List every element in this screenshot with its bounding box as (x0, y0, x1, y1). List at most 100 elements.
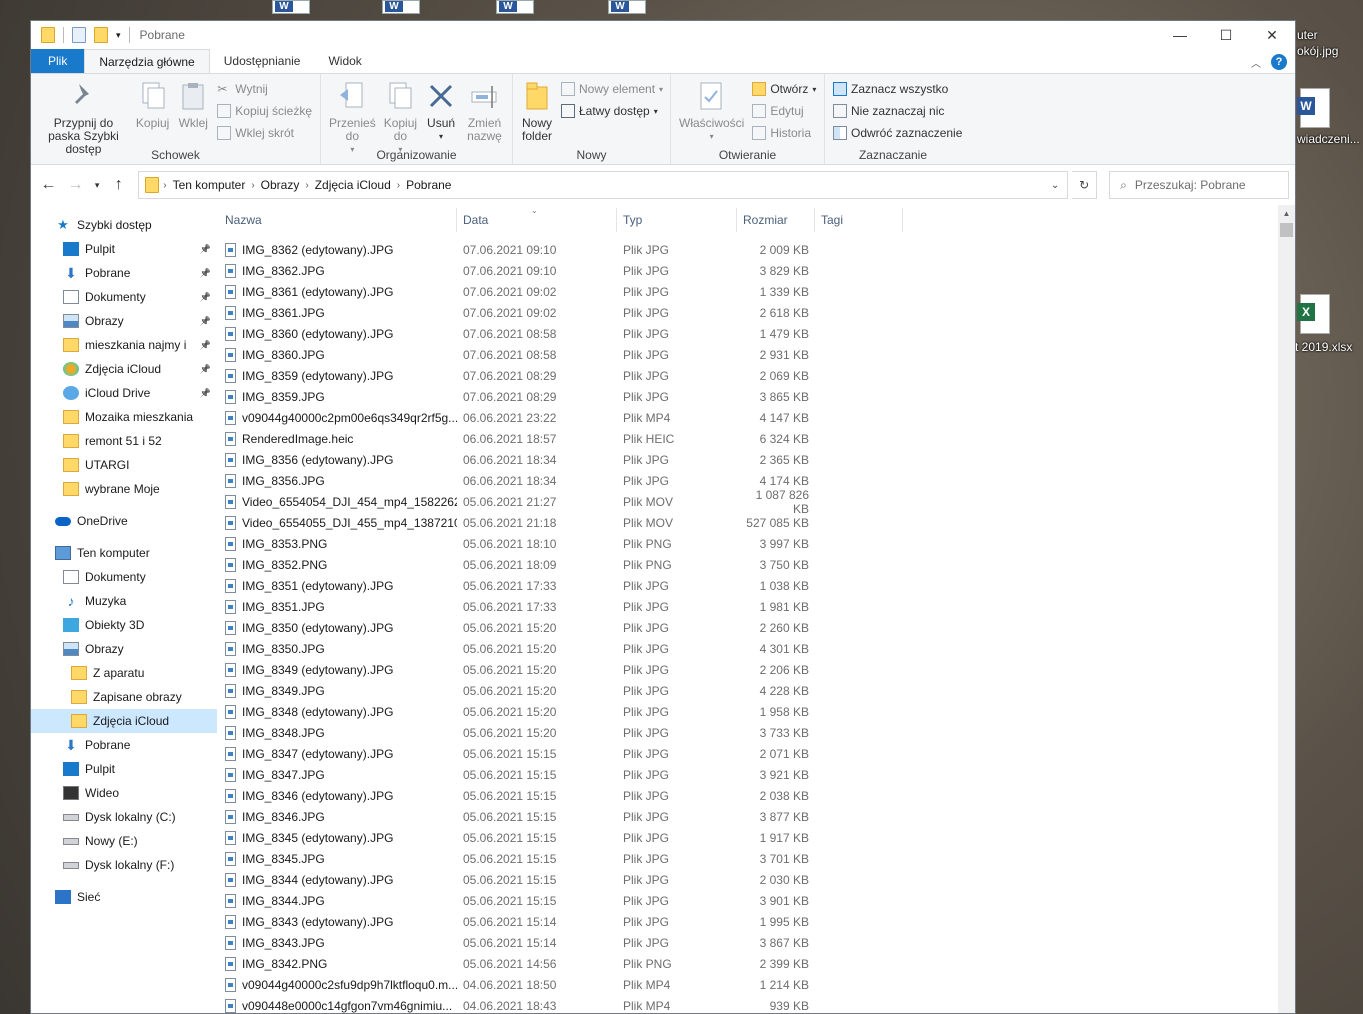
nav-item[interactable]: Z aparatu (31, 661, 217, 685)
address-field[interactable]: › Ten komputer › Obrazy › Zdjęcia iCloud… (138, 171, 1069, 199)
nav-item[interactable]: Zdjęcia iCloud 📌 (31, 357, 217, 381)
chevron-right-icon[interactable]: › (251, 180, 254, 191)
nav-item[interactable]: Mozaika mieszkania (31, 405, 217, 429)
file-row[interactable]: IMG_8344 (edytowany).JPG 05.06.2021 15:15… (217, 869, 1295, 890)
desktop-label[interactable]: okój.jpg (1297, 44, 1338, 58)
tab-share[interactable]: Udostępnianie (210, 49, 315, 73)
search-input[interactable]: ⌕ Przeszukaj: Pobrane (1109, 171, 1289, 199)
open-button[interactable]: Otwórz ▾ (752, 78, 816, 100)
file-row[interactable]: IMG_8351.JPG 05.06.2021 17:33 Plik JPG 1 98… (217, 596, 1295, 617)
file-row[interactable]: IMG_8348 (edytowany).JPG 05.06.2021 15:20… (217, 701, 1295, 722)
desktop-word-doc-icon[interactable]: W (1297, 88, 1330, 128)
nav-item[interactable]: wybrane Moje (31, 477, 217, 501)
cut-button[interactable]: ✂ Wytnij (217, 78, 312, 100)
help-icon[interactable]: ? (1271, 54, 1287, 70)
column-header-type[interactable]: Typ (617, 208, 737, 232)
properties-quick-icon[interactable] (72, 27, 86, 43)
file-row[interactable]: IMG_8345 (edytowany).JPG 05.06.2021 15:15… (217, 827, 1295, 848)
file-row[interactable]: IMG_8361 (edytowany).JPG 07.06.2021 09:02… (217, 281, 1295, 302)
nav-item[interactable]: Dokumenty 📌 (31, 285, 217, 309)
file-row[interactable]: IMG_8362.JPG 07.06.2021 09:10 Plik JPG 3 82… (217, 260, 1295, 281)
file-row[interactable]: Video_6554055_DJI_455_mp4_1387210... 05.0… (217, 512, 1295, 533)
file-row[interactable]: v09044g40000c2pm00e6qs349qr2rf5g.... 06.0… (217, 407, 1295, 428)
tab-file[interactable]: Plik (31, 49, 85, 73)
desktop-word-icon[interactable]: W (382, 0, 420, 14)
tab-home[interactable]: Narzędzia główne (84, 49, 210, 73)
file-row[interactable]: IMG_8359 (edytowany).JPG 07.06.2021 08:29… (217, 365, 1295, 386)
file-row[interactable]: IMG_8343 (edytowany).JPG 05.06.2021 15:14… (217, 911, 1295, 932)
file-row[interactable]: IMG_8362 (edytowany).JPG 07.06.2021 09:10… (217, 239, 1295, 260)
nav-item[interactable]: ⬇ Pobrane (31, 733, 217, 757)
column-header-date[interactable]: Data ⌄ (457, 206, 617, 232)
file-row[interactable]: IMG_8342.PNG 05.06.2021 14:56 Plik PNG 2 39… (217, 953, 1295, 974)
breadcrumb-item[interactable]: Ten komputer (173, 178, 246, 192)
nav-item[interactable]: mieszkania najmy i 📌 (31, 333, 217, 357)
file-row[interactable]: IMG_8350.JPG 05.06.2021 15:20 Plik JPG 4 30… (217, 638, 1295, 659)
nav-item[interactable]: Ten komputer (31, 541, 217, 565)
file-row[interactable]: IMG_8344.JPG 05.06.2021 15:15 Plik JPG 3 90… (217, 890, 1295, 911)
nav-item[interactable]: Dysk lokalny (C:) (31, 805, 217, 829)
scroll-up-icon[interactable]: ▲ (1278, 205, 1295, 222)
nav-item[interactable]: ★ Szybki dostęp (31, 213, 217, 237)
nav-item[interactable]: OneDrive (31, 509, 217, 533)
collapse-ribbon-icon[interactable]: ︿ (1251, 55, 1261, 70)
forward-button[interactable]: → (64, 172, 87, 198)
file-row[interactable]: IMG_8351 (edytowany).JPG 05.06.2021 17:33… (217, 575, 1295, 596)
nav-item[interactable]: Dysk lokalny (F:) (31, 853, 217, 877)
nav-item[interactable]: Nowy (E:) (31, 829, 217, 853)
column-header-size[interactable]: Rozmiar (737, 208, 815, 232)
nav-item[interactable]: Zdjęcia iCloud (31, 709, 217, 733)
file-row[interactable]: IMG_8360.JPG 07.06.2021 08:58 Plik JPG 2 93… (217, 344, 1295, 365)
file-row[interactable]: IMG_8346.JPG 05.06.2021 15:15 Plik JPG 3 87… (217, 806, 1295, 827)
new-item-button[interactable]: Nowy element ▾ (561, 78, 663, 100)
nav-item[interactable]: UTARGI (31, 453, 217, 477)
breadcrumb-item[interactable]: Zdjęcia iCloud (315, 178, 391, 192)
nav-item[interactable]: Obiekty 3D (31, 613, 217, 637)
address-dropdown-icon[interactable]: ⌄ (1051, 180, 1059, 191)
file-row[interactable]: IMG_8352.PNG 05.06.2021 18:09 Plik PNG 3 75… (217, 554, 1295, 575)
file-row[interactable]: IMG_8348.JPG 05.06.2021 15:20 Plik JPG 3 73… (217, 722, 1295, 743)
file-row[interactable]: RenderedImage.heic 06.06.2021 18:57 Plik H… (217, 428, 1295, 449)
close-button[interactable]: ✕ (1249, 21, 1295, 49)
new-folder-quick-icon[interactable] (94, 27, 108, 43)
file-row[interactable]: v090448e0000c14gfgon7vm46gnimiu... 04.06.… (217, 995, 1295, 1013)
file-row[interactable]: IMG_8356 (edytowany).JPG 06.06.2021 18:34… (217, 449, 1295, 470)
invert-selection-button[interactable]: Odwróć zaznaczenie (833, 122, 962, 144)
column-header-tags[interactable]: Tagi (815, 208, 903, 232)
history-button[interactable]: Historia (752, 122, 816, 144)
nav-item[interactable]: Wideo (31, 781, 217, 805)
chevron-right-icon[interactable]: › (305, 180, 308, 191)
nav-item[interactable]: Obrazy (31, 637, 217, 661)
nav-item[interactable]: ⬇ Pobrane 📌 (31, 261, 217, 285)
chevron-right-icon[interactable]: › (163, 180, 166, 191)
edit-button[interactable]: Edytuj (752, 100, 816, 122)
file-row[interactable]: IMG_8346 (edytowany).JPG 05.06.2021 15:15… (217, 785, 1295, 806)
desktop-label[interactable]: t 2019.xlsx (1295, 340, 1352, 354)
nav-item[interactable]: Obrazy 📌 (31, 309, 217, 333)
paste-shortcut-button[interactable]: Wklej skrót (217, 122, 312, 144)
nav-item[interactable]: remont 51 i 52 (31, 429, 217, 453)
file-row[interactable]: IMG_8350 (edytowany).JPG 05.06.2021 15:20… (217, 617, 1295, 638)
chevron-right-icon[interactable]: › (397, 180, 400, 191)
nav-item[interactable]: Zapisane obrazy (31, 685, 217, 709)
scroll-thumb[interactable] (1280, 223, 1293, 237)
file-row[interactable]: v09044g40000c2sfu9dp9h7lktfloqu0.m... 04.… (217, 974, 1295, 995)
desktop-word-icon[interactable]: W (608, 0, 646, 14)
up-button[interactable]: ↑ (107, 172, 130, 198)
refresh-button[interactable]: ↻ (1072, 171, 1098, 199)
nav-item[interactable]: Pulpit (31, 757, 217, 781)
nav-item[interactable]: Pulpit 📌 (31, 237, 217, 261)
desktop-word-icon[interactable]: W (272, 0, 310, 14)
desktop-word-icon[interactable]: W (496, 0, 534, 14)
copy-path-button[interactable]: Kopiuj ścieżkę (217, 100, 312, 122)
maximize-button[interactable]: ☐ (1203, 21, 1249, 49)
vertical-scrollbar[interactable]: ▲ (1278, 205, 1295, 1013)
nav-item[interactable]: iCloud Drive 📌 (31, 381, 217, 405)
file-row[interactable]: IMG_8343.JPG 05.06.2021 15:14 Plik JPG 3 86… (217, 932, 1295, 953)
select-none-button[interactable]: Nie zaznaczaj nic (833, 100, 962, 122)
tab-view[interactable]: Widok (314, 49, 375, 73)
file-row[interactable]: Video_6554054_DJI_454_mp4_1582262... 05.0… (217, 488, 1295, 516)
file-row[interactable]: IMG_8361.JPG 07.06.2021 09:02 Plik JPG 2 61… (217, 302, 1295, 323)
recent-locations-button[interactable]: ▾ (91, 172, 103, 198)
easy-access-button[interactable]: Łatwy dostęp ▾ (561, 100, 663, 122)
